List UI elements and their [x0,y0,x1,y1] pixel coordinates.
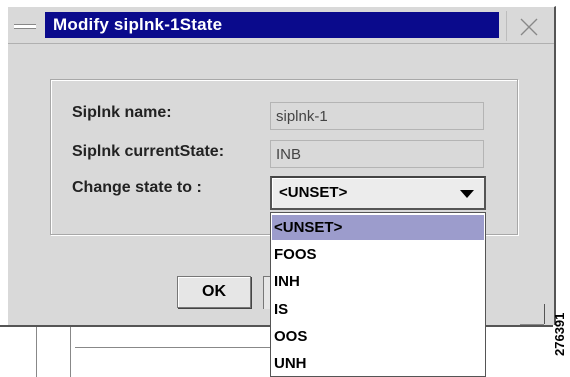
siplnk-name-label: Siplnk name: [72,104,172,121]
change-state-label: Change state to : [72,179,202,196]
close-x-icon [520,18,538,36]
frame-divider [36,327,37,377]
figure-id: 276391 [552,312,567,356]
ok-button[interactable]: OK [177,276,251,308]
frame-divider [544,304,545,324]
minus-icon[interactable] [14,24,36,29]
state-dropdown-list[interactable]: <UNSET> FOOS INH IS OOS UNH [270,212,486,377]
dropdown-option-unset[interactable]: <UNSET> [272,215,484,240]
close-button[interactable] [506,11,551,41]
frame-divider [520,324,544,325]
change-state-select[interactable]: <UNSET> [270,176,486,210]
chevron-down-icon[interactable] [460,190,474,198]
frame-divider [75,347,270,348]
dropdown-option-oos[interactable]: OOS [272,324,484,349]
siplnk-current-state-field: INB [270,140,484,168]
frame-divider [70,327,71,377]
dropdown-option-inh[interactable]: INH [272,269,484,294]
change-state-selected-value: <UNSET> [279,184,348,201]
siplnk-current-state-label: Siplnk currentState: [72,143,225,160]
dropdown-option-foos[interactable]: FOOS [272,242,484,267]
title-bar: Modify siplnk-1State [8,7,554,44]
dropdown-option-unh[interactable]: UNH [272,351,484,376]
dropdown-option-is[interactable]: IS [272,297,484,322]
siplnk-name-field: siplnk-1 [270,102,484,130]
window-title: Modify siplnk-1State [45,12,499,38]
